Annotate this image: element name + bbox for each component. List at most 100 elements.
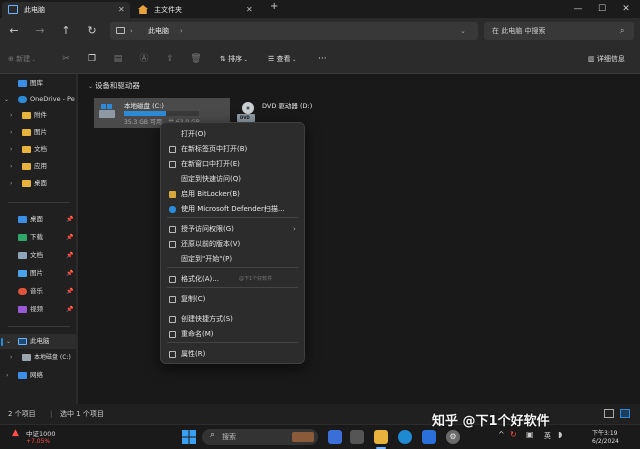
sort-button[interactable]: ⇅ 排序 ⌄ [220, 51, 248, 67]
quick-access-videos[interactable]: 视频 📌 [0, 302, 76, 317]
network-status-icon[interactable]: ↻ [510, 430, 517, 439]
share-icon[interactable]: ⇪ [162, 51, 178, 67]
context-menu-item[interactable]: 固定到"开始"(P) [161, 252, 304, 267]
task-view-icon[interactable] [350, 430, 364, 444]
address-bar[interactable]: › 此电脑 › ⌄ [110, 22, 478, 40]
context-menu-item[interactable]: 创建快捷方式(S) [161, 312, 304, 327]
taskbar-search[interactable]: ⌕ 搜索 [202, 429, 318, 445]
search-input[interactable]: 在 此电脑 中搜索 ⌕ [484, 22, 634, 40]
details-view-icon[interactable] [604, 409, 614, 418]
context-menu-item[interactable]: 在新标签页中打开(B) [161, 142, 304, 157]
sidebar-item-attachments[interactable]: › 附件 [0, 108, 76, 123]
context-menu-item[interactable]: 固定到快速访问(Q) [161, 172, 304, 187]
refresh-icon[interactable]: ↻ [82, 21, 102, 41]
start-button[interactable] [182, 430, 196, 444]
context-menu-item[interactable]: 还原以前的版本(V) [161, 237, 304, 252]
edge-browser-icon[interactable] [398, 430, 412, 444]
up-arrow-icon[interactable]: ↑ [56, 21, 76, 41]
close-tab-icon[interactable]: ✕ [246, 2, 253, 18]
chevron-down-icon[interactable]: ⌄ [6, 334, 11, 349]
new-button[interactable]: ⊕ 新建 ⌄ [8, 51, 36, 67]
view-icon: ☰ [268, 55, 277, 63]
volume-icon[interactable]: ◗ [558, 430, 562, 439]
format-icon [169, 276, 176, 283]
sidebar-item-pictures[interactable]: › 图片 [0, 125, 76, 140]
chevron-right-icon[interactable]: › [10, 176, 12, 191]
close-window-button[interactable]: ✕ [614, 0, 638, 18]
chevron-right-icon[interactable]: › [10, 125, 12, 140]
tiles-view-icon[interactable] [620, 409, 630, 418]
sidebar-item-network[interactable]: › 网络 [0, 368, 76, 383]
context-menu-item[interactable]: 使用 Microsoft Defender扫描... [161, 202, 304, 217]
quick-access-downloads[interactable]: 下载 📌 [0, 230, 76, 245]
context-menu-item[interactable]: 打开(O) [161, 127, 304, 142]
sidebar-item-gallery[interactable]: 图库 [0, 76, 76, 91]
quick-access-music[interactable]: 音乐 📌 [0, 284, 76, 299]
store-icon[interactable] [422, 430, 436, 444]
monitor-icon [8, 5, 18, 14]
paste-icon[interactable]: ▤ [110, 51, 126, 67]
link-icon [169, 316, 176, 323]
tray-app-icon[interactable]: ▣ [526, 430, 534, 439]
sidebar-item-local-disk[interactable]: › 本地磁盘 (C:) [0, 350, 76, 365]
chevron-down-icon[interactable]: ⌄ [460, 22, 466, 40]
new-tab-button[interactable]: + [270, 1, 278, 12]
breadcrumb-chevron-icon[interactable]: › [130, 22, 133, 40]
minimize-button[interactable]: — [566, 0, 590, 18]
cut-icon[interactable]: ✂ [58, 51, 74, 67]
back-arrow-icon[interactable]: ← [4, 21, 24, 41]
file-explorer-icon[interactable] [374, 430, 388, 444]
sidebar-item-onedrive[interactable]: ⌄ OneDrive - Pe [0, 92, 76, 107]
clock-date[interactable]: 6/2/2024 [592, 438, 619, 445]
context-menu-item[interactable]: 授予访问权限(G) › [161, 222, 304, 237]
widgets-icon[interactable] [328, 430, 342, 444]
status-separator: | [50, 410, 53, 418]
context-menu-item[interactable]: 在新窗口中打开(E) [161, 157, 304, 172]
tab-home[interactable]: 主文件夹 ✕ [132, 2, 260, 18]
chevron-right-icon[interactable]: › [10, 350, 12, 365]
disk-icon [22, 354, 31, 361]
context-menu-item[interactable]: 格式化(A)... @下1个好软件 [161, 272, 304, 287]
context-menu-item[interactable]: 启用 BitLocker(B) [161, 187, 304, 202]
tab-this-pc[interactable]: 此电脑 ✕ [2, 2, 130, 18]
sidebar-item-apps[interactable]: › 应用 [0, 159, 76, 174]
chevron-up-icon[interactable]: ^ [498, 430, 505, 439]
quick-access-pictures[interactable]: 图片 📌 [0, 266, 76, 281]
drive-usage-fill [124, 111, 166, 116]
chevron-right-icon[interactable]: › [10, 108, 12, 123]
quick-access-documents[interactable]: 文档 📌 [0, 248, 76, 263]
search-icon: ⌕ [210, 430, 216, 440]
maximize-button[interactable]: ☐ [590, 0, 614, 18]
details-pane-button[interactable]: ▥ 详细信息 [588, 51, 625, 67]
rename-icon[interactable]: Ⓐ [136, 51, 152, 67]
view-button[interactable]: ☰ 查看 ⌄ [268, 51, 296, 67]
section-header-devices[interactable]: ⌄ 设备和驱动器 [88, 80, 140, 91]
context-menu-label: 格式化(A)... [181, 275, 219, 283]
more-options-button[interactable]: ··· [318, 51, 327, 67]
delete-icon[interactable]: 🗑 [188, 51, 204, 67]
sort-icon: ⇅ [220, 55, 229, 63]
context-menu-item[interactable]: 重命名(M) [161, 327, 304, 342]
stock-name[interactable]: 中证1000 [26, 428, 56, 438]
input-language[interactable]: 英 [544, 431, 551, 441]
breadcrumb-chevron-icon[interactable]: › [180, 22, 183, 40]
close-tab-icon[interactable]: ✕ [118, 2, 125, 18]
sidebar-item-documents[interactable]: › 文档 [0, 142, 76, 157]
sidebar-item-label: 本地磁盘 (C:) [34, 354, 71, 361]
forward-arrow-icon[interactable]: → [30, 21, 50, 41]
settings-gear-icon[interactable]: ⚙ [446, 430, 460, 444]
chevron-right-icon[interactable]: › [10, 159, 12, 174]
quick-access-desktop[interactable]: 桌面 📌 [0, 212, 76, 227]
sidebar-item-desktop-folder[interactable]: › 桌面 [0, 176, 76, 191]
context-menu-item[interactable]: 复制(C) [161, 292, 304, 307]
plus-icon: ⊕ [8, 55, 17, 63]
context-menu-item[interactable]: 属性(R) [161, 347, 304, 362]
chevron-right-icon[interactable]: › [6, 368, 8, 383]
chevron-down-icon[interactable]: ⌄ [4, 92, 9, 107]
chevron-right-icon[interactable]: › [10, 142, 12, 157]
sidebar-item-this-pc[interactable]: ⌄ 此电脑 [0, 334, 76, 349]
copy-icon[interactable]: ❐ [84, 51, 100, 67]
clock-time[interactable]: 下午3:19 [592, 428, 617, 437]
breadcrumb-this-pc[interactable]: 此电脑 [148, 22, 169, 40]
properties-icon [169, 351, 176, 358]
